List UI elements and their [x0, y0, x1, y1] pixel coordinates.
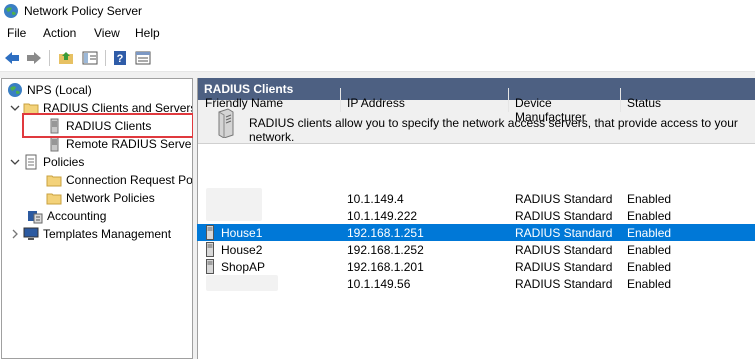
menu-file[interactable]: File — [7, 26, 26, 40]
globe-icon — [3, 3, 19, 19]
tree-item-label: Network Policies — [66, 191, 155, 205]
show-hide-tree-icon[interactable] — [80, 49, 100, 67]
cell-status: Enabled — [627, 277, 672, 291]
folder-icon — [46, 172, 62, 188]
menu-bar: File Action View Help — [0, 23, 755, 43]
tree-item-label: RADIUS Clients — [66, 119, 152, 133]
cell-manufacturer: RADIUS Standard — [515, 192, 613, 206]
table-row[interactable]: House2 192.168.1.252 RADIUS Standard Ena… — [197, 241, 755, 258]
server-icon — [206, 259, 214, 274]
up-folder-icon[interactable] — [56, 49, 76, 67]
redacted-name — [206, 205, 262, 221]
cell-manufacturer: RADIUS Standard — [515, 226, 613, 240]
tree-item-label: Remote RADIUS Server — [66, 137, 193, 151]
tree-item-radius-clients[interactable]: RADIUS Clients — [46, 117, 151, 135]
cell-ip: 10.1.149.4 — [347, 192, 404, 206]
chevron-right-icon[interactable] — [9, 228, 21, 240]
tree-item-connection-request-policies[interactable]: Connection Request Po — [46, 171, 193, 189]
cell-status: Enabled — [627, 243, 672, 257]
column-header-device-manufacturer[interactable]: Device Manufacturer — [509, 88, 621, 124]
chevron-down-icon[interactable] — [9, 156, 21, 168]
folder-icon — [23, 100, 39, 116]
server-icon — [46, 118, 62, 134]
cell-ip: 10.1.149.222 — [347, 209, 418, 223]
server-icon — [206, 242, 214, 257]
globe-icon — [7, 82, 23, 98]
tree-item-label: NPS (Local) — [27, 83, 92, 97]
title-bar: Network Policy Server — [0, 0, 755, 22]
cell-status: Enabled — [627, 260, 672, 274]
window-title: Network Policy Server — [24, 4, 143, 18]
cell-status: Enabled — [627, 192, 672, 206]
toolbar: ? — [0, 44, 755, 72]
cell-ip: 10.1.149.56 — [347, 277, 411, 291]
accounting-icon — [27, 208, 43, 224]
menu-help[interactable]: Help — [135, 26, 160, 40]
table-row[interactable]: 10.1.149.222 RADIUS Standard Enabled — [197, 205, 755, 224]
column-header-status[interactable]: Status — [621, 88, 751, 112]
tree-item-radius-clients-and-servers[interactable]: RADIUS Clients and Servers — [9, 99, 193, 117]
toolbar-separator — [105, 50, 106, 66]
table-row[interactable]: 10.1.149.56 RADIUS Standard Enabled — [197, 275, 755, 292]
toolbar-separator — [49, 50, 50, 66]
tree-item-label: Accounting — [47, 209, 107, 223]
menu-view[interactable]: View — [94, 26, 120, 40]
column-header-friendly-name[interactable]: Friendly Name — [199, 88, 341, 112]
tree-item-policies[interactable]: Policies — [9, 153, 84, 171]
table-row-selected[interactable]: House1 192.168.1.251 RADIUS Standard Ena… — [197, 224, 755, 241]
console-tree: NPS (Local) RADIUS Clients and Servers R… — [1, 78, 193, 359]
cell-ip: 192.168.1.201 — [347, 260, 424, 274]
svg-text:?: ? — [117, 53, 124, 65]
tree-item-nps-local[interactable]: NPS (Local) — [7, 81, 92, 99]
properties-icon[interactable] — [133, 49, 153, 67]
description-text: RADIUS clients allow you to specify the … — [249, 116, 738, 144]
cell-manufacturer: RADIUS Standard — [515, 260, 613, 274]
chevron-down-icon[interactable] — [9, 102, 21, 114]
cell-ip: 192.168.1.252 — [347, 243, 424, 257]
forward-arrow-icon[interactable] — [24, 49, 44, 67]
menu-action[interactable]: Action — [43, 26, 76, 40]
document-icon — [23, 154, 39, 170]
redacted-name — [206, 275, 278, 291]
table-row[interactable]: 10.1.149.4 RADIUS Standard Enabled — [197, 188, 755, 208]
cell-ip: 192.168.1.251 — [347, 226, 424, 240]
tree-item-label: Connection Request Po — [66, 173, 193, 187]
help-icon[interactable]: ? — [110, 49, 130, 67]
tree-item-label: RADIUS Clients and Servers — [43, 101, 193, 115]
column-header-ip-address[interactable]: IP Address — [341, 88, 509, 112]
tree-item-network-policies[interactable]: Network Policies — [46, 189, 155, 207]
cell-friendly-name: ShopAP — [221, 260, 266, 274]
cell-manufacturer: RADIUS Standard — [515, 243, 613, 257]
computer-icon — [23, 226, 39, 242]
server-icon — [46, 136, 62, 152]
tree-item-remote-radius-server[interactable]: Remote RADIUS Server — [46, 135, 193, 153]
cell-status: Enabled — [627, 226, 672, 240]
cell-status: Enabled — [627, 209, 672, 223]
back-arrow-icon[interactable] — [2, 49, 22, 67]
tree-item-templates-management[interactable]: Templates Management — [9, 225, 171, 243]
cell-friendly-name: House1 — [221, 226, 263, 240]
tree-item-accounting[interactable]: Accounting — [27, 207, 106, 225]
cell-manufacturer: RADIUS Standard — [515, 277, 613, 291]
tree-item-label: Templates Management — [43, 227, 172, 241]
server-icon — [206, 225, 214, 240]
cell-friendly-name: House2 — [221, 243, 263, 257]
cell-manufacturer: RADIUS Standard — [515, 209, 613, 223]
folder-icon — [46, 190, 62, 206]
tree-item-label: Policies — [43, 155, 85, 169]
server-icon — [216, 108, 234, 139]
table-row[interactable]: ShopAP 192.168.1.201 RADIUS Standard Ena… — [197, 258, 755, 275]
